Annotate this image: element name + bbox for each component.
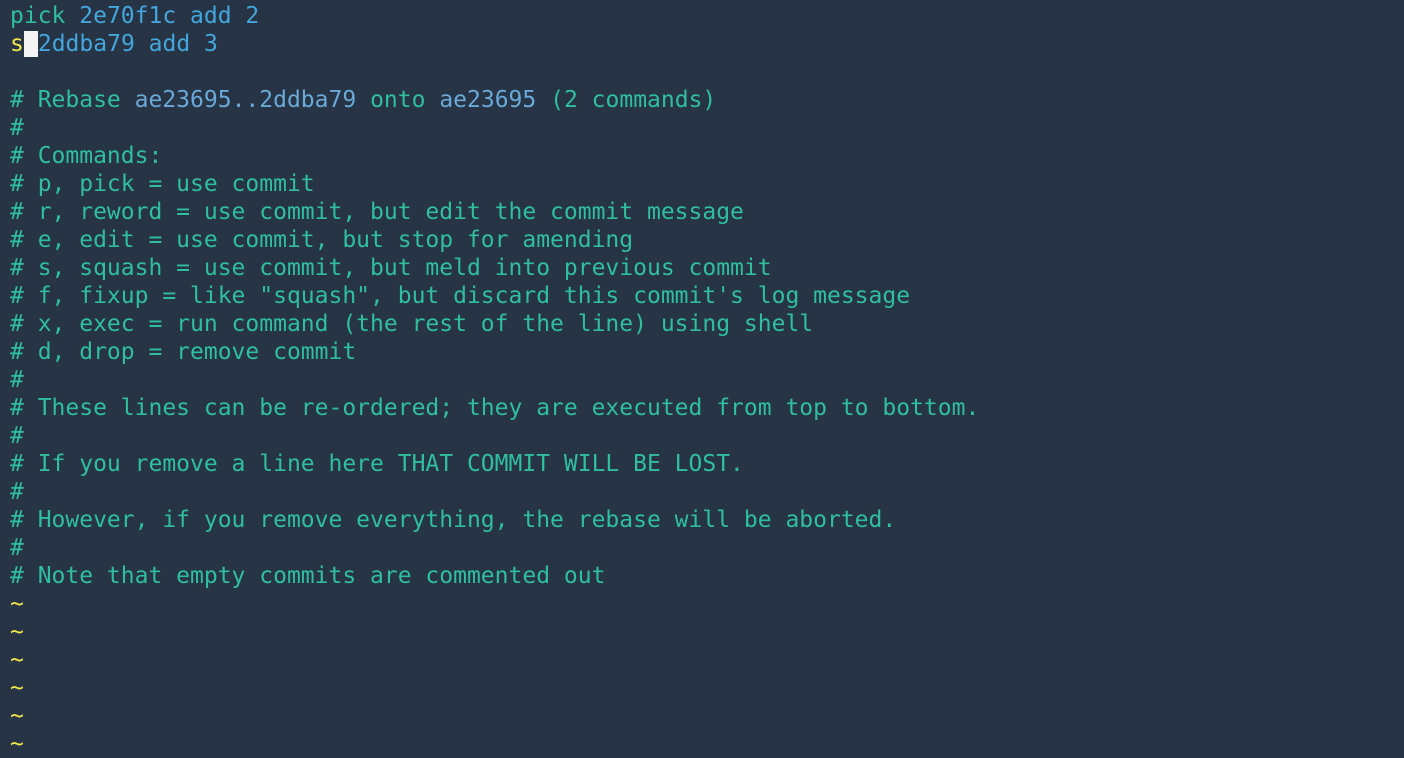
comment-line: # Note that empty commits are commented … (10, 563, 606, 589)
commit-message: add 2 (190, 3, 260, 29)
comment-line: # These lines can be re-ordered; they ar… (10, 395, 980, 421)
todo-line-2[interactable]: s 2ddba79 add 3 (10, 30, 979, 58)
todo-command-edited: s (10, 31, 24, 57)
empty-buffer-tilde: ~ (10, 647, 24, 673)
comment-line: # (10, 423, 24, 449)
empty-buffer-tilde: ~ (10, 591, 24, 617)
empty-buffer-tilde: ~ (10, 619, 24, 645)
comment-line: # f, fixup = like "squash", but discard … (10, 283, 911, 309)
comment-line: # (10, 115, 24, 141)
text-cursor (23, 31, 38, 57)
todo-command: pick (10, 3, 66, 29)
commit-hash: 2e70f1c (79, 3, 177, 29)
comment-line: # (10, 479, 24, 505)
comment-line: # x, exec = run command (the rest of the… (10, 311, 814, 337)
comment-line: # (10, 535, 24, 561)
todo-line-1[interactable]: pick 2e70f1c add 2 (10, 2, 979, 30)
comment-line: # r, reword = use commit, but edit the c… (10, 199, 744, 225)
rebase-header-comment: # Rebase ae23695..2ddba79 onto ae23695 (… (10, 87, 717, 113)
empty-buffer-tilde: ~ (10, 675, 24, 701)
comment-line: # However, if you remove everything, the… (10, 507, 897, 533)
commit-hash: 2ddba79 (37, 31, 135, 57)
vim-terminal-window[interactable]: pick 2e70f1c add 2 s 2ddba79 add 3 # Reba… (0, 0, 1404, 758)
empty-buffer-tilde: ~ (10, 731, 24, 757)
comment-line: # Commands: (10, 143, 163, 169)
commit-message: add 3 (148, 31, 218, 57)
onto-hash: ae23695 (439, 87, 537, 113)
comment-line: # d, drop = remove commit (10, 339, 357, 365)
empty-buffer-tilde: ~ (10, 703, 24, 729)
comment-line: # If you remove a line here THAT COMMIT … (10, 451, 744, 477)
comment-line: # s, squash = use commit, but meld into … (10, 255, 772, 281)
editor-buffer[interactable]: pick 2e70f1c add 2 s 2ddba79 add 3 # Reba… (10, 2, 979, 758)
rebase-range: ae23695..2ddba79 (134, 87, 357, 113)
comment-line: # e, edit = use commit, but stop for ame… (10, 227, 634, 253)
comment-line: # p, pick = use commit (10, 171, 315, 197)
comment-line: # (10, 367, 24, 393)
